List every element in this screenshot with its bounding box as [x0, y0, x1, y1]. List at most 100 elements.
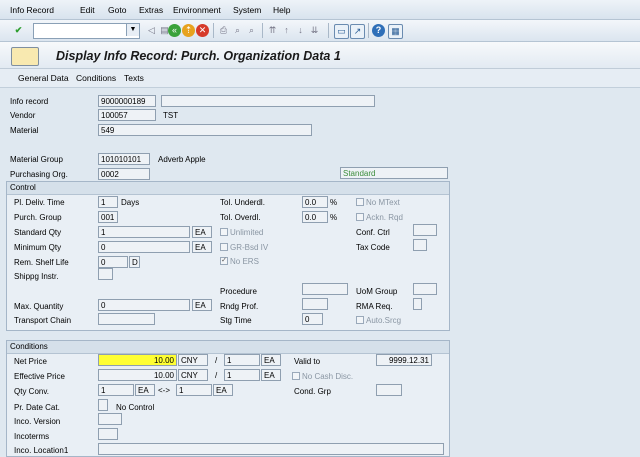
standard-field[interactable]: Standard [340, 167, 448, 179]
incoterms-field[interactable] [98, 428, 118, 440]
help-icon[interactable]: ? [372, 24, 385, 37]
chevron-down-icon[interactable]: ▼ [126, 24, 139, 36]
days-label: Days [121, 198, 140, 207]
vendor-field[interactable]: 100057 [98, 109, 156, 121]
qty-conv-unit-1[interactable]: EA [135, 384, 155, 396]
tol-overdl-unit: % [330, 213, 338, 222]
uom-group-label: UoM Group [356, 287, 398, 296]
rma-req-field[interactable] [413, 298, 422, 310]
shippg-instr-field[interactable] [98, 268, 113, 280]
no-mtext-checkbox[interactable] [356, 198, 364, 206]
pl-deliv-time-label: Pl. Deliv. Time [14, 198, 65, 207]
menu-system[interactable]: System [233, 5, 261, 15]
valid-to-field[interactable]: 9999.12.31 [376, 354, 432, 366]
info-record-field[interactable]: 9000000189 [98, 95, 156, 107]
material-field[interactable]: 549 [98, 124, 312, 136]
tab-texts[interactable]: Texts [124, 73, 144, 83]
gr-bsd-iv-checkbox[interactable] [220, 243, 228, 251]
minimum-qty-field[interactable]: 0 [98, 241, 190, 253]
ackn-rqd-checkbox[interactable] [356, 213, 364, 221]
unlimited-checkbox[interactable] [220, 228, 228, 236]
inco-location1-label: Inco. Location1 [14, 446, 69, 455]
no-ers-checkbox[interactable]: ✓ [220, 257, 228, 265]
max-quantity-unit[interactable]: EA [192, 299, 212, 311]
tab-conditions[interactable]: Conditions [76, 73, 116, 83]
new-session-icon[interactable]: ▭ [334, 24, 349, 39]
effective-price-label: Effective Price [14, 372, 65, 381]
cancel-icon[interactable]: ✕ [196, 24, 209, 37]
tab-general-data[interactable]: General Data [18, 73, 69, 83]
info-record-label: Info record [10, 97, 49, 106]
effective-price-currency[interactable]: CNY [178, 369, 208, 381]
next-page-icon[interactable]: ↓ [294, 24, 307, 37]
last-page-icon[interactable]: ⇊ [308, 24, 321, 37]
print-icon[interactable]: ⎙ [217, 24, 230, 37]
layout-settings-icon[interactable]: ▦ [388, 24, 403, 39]
menu-help[interactable]: Help [273, 5, 290, 15]
tol-overdl-field[interactable]: 0.0 [302, 211, 328, 223]
find-icon[interactable]: ⌕ [231, 24, 244, 37]
minimum-qty-unit[interactable]: EA [192, 241, 212, 253]
net-price-field[interactable]: 10.00 [98, 354, 177, 366]
valid-to-label: Valid to [294, 357, 321, 366]
net-price-unit[interactable]: EA [261, 354, 281, 366]
back-icon[interactable]: « [168, 24, 181, 37]
max-quantity-field[interactable]: 0 [98, 299, 190, 311]
net-price-currency[interactable]: CNY [178, 354, 208, 366]
shortcut-icon[interactable]: ↗ [350, 24, 365, 39]
qty-conv-field-1[interactable]: 1 [98, 384, 134, 396]
menu-environment[interactable]: Environment [173, 5, 221, 15]
vendor-name: TST [163, 111, 179, 120]
rma-req-label: RMA Req. [356, 302, 393, 311]
rndg-prof-label: Rndg Prof. [220, 302, 259, 311]
material-group-text: Adverb Apple [158, 155, 206, 164]
find-next-icon[interactable]: ⌕ [245, 24, 258, 37]
qty-conv-field-2[interactable]: 1 [176, 384, 212, 396]
pl-deliv-time-field[interactable]: 1 [98, 196, 118, 208]
menu-goto[interactable]: Goto [108, 5, 126, 15]
uom-group-field[interactable] [413, 283, 437, 295]
qty-conv-unit-2[interactable]: EA [213, 384, 233, 396]
purchasing-org-field[interactable]: 0002 [98, 168, 150, 180]
info-record-description-field[interactable] [161, 95, 375, 107]
tol-underdl-field[interactable]: 0.0 [302, 196, 328, 208]
standard-qty-field[interactable]: 1 [98, 226, 190, 238]
effective-price-field[interactable]: 10.00 [98, 369, 177, 381]
stg-time-field[interactable]: 0 [302, 313, 323, 325]
effective-price-unit[interactable]: EA [261, 369, 281, 381]
enter-check-icon[interactable]: ✔ [12, 24, 25, 37]
material-group-field[interactable]: 101010101 [98, 153, 150, 165]
tol-underdl-unit: % [330, 198, 338, 207]
cond-grp-field[interactable] [376, 384, 402, 396]
auto-srcg-checkbox[interactable] [356, 316, 364, 324]
inco-version-field[interactable] [98, 413, 122, 425]
rem-shelf-life-field[interactable]: 0 [98, 256, 128, 268]
previous-page-icon[interactable]: ↑ [280, 24, 293, 37]
tol-underdl-label: Tol. Underdl. [220, 198, 265, 207]
inco-location1-field[interactable] [98, 443, 444, 455]
procedure-field[interactable] [302, 283, 348, 295]
standard-qty-unit[interactable]: EA [192, 226, 212, 238]
transport-chain-field[interactable] [98, 313, 155, 325]
first-page-icon[interactable]: ⇈ [266, 24, 279, 37]
exit-icon[interactable]: ⇡ [182, 24, 195, 37]
qty-conv-arrow: <-> [158, 386, 171, 395]
rndg-prof-field[interactable] [302, 298, 328, 310]
rem-shelf-life-label: Rem. Shelf Life [14, 258, 69, 267]
back-arrow-icon[interactable]: ◁ [145, 24, 158, 37]
menu-info-record[interactable]: Info Record [10, 5, 54, 15]
rem-shelf-life-unit[interactable]: D [129, 256, 140, 268]
menu-edit[interactable]: Edit [80, 5, 95, 15]
tol-overdl-label: Tol. Overdl. [220, 213, 261, 222]
effective-price-slash: / [215, 371, 218, 380]
no-cash-disc-checkbox[interactable] [292, 372, 300, 380]
purch-group-field[interactable]: 001 [98, 211, 118, 223]
pr-date-cat-field[interactable] [98, 399, 108, 411]
net-price-per-field[interactable]: 1 [224, 354, 260, 366]
tax-code-label: Tax Code [356, 243, 390, 252]
command-field[interactable]: ▼ [33, 23, 140, 39]
effective-price-per-field[interactable]: 1 [224, 369, 260, 381]
conf-ctrl-field[interactable] [413, 224, 437, 236]
menu-extras[interactable]: Extras [139, 5, 163, 15]
tax-code-field[interactable] [413, 239, 427, 251]
